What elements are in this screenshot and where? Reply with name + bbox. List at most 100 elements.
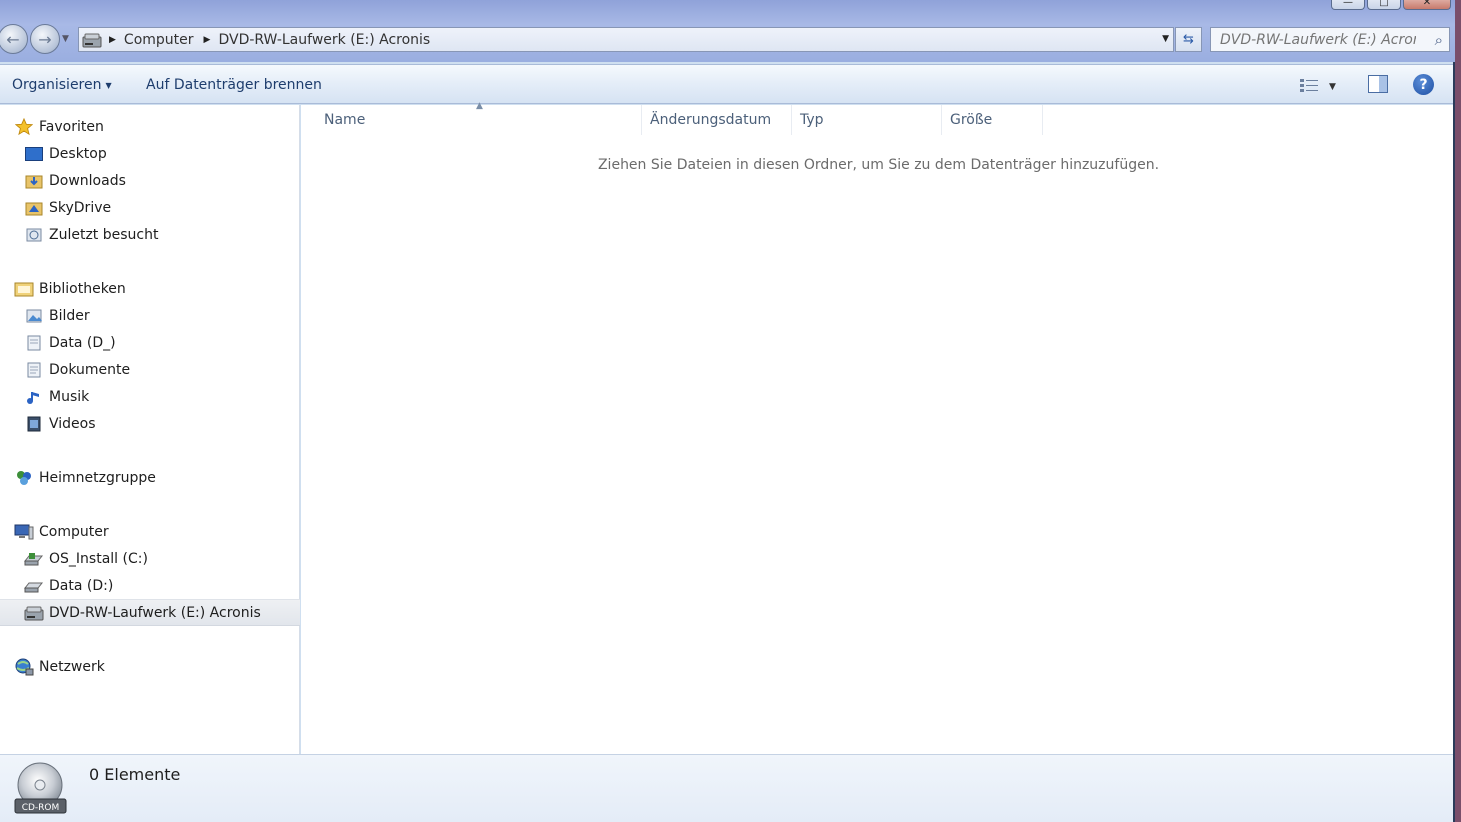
documents-library-icon xyxy=(24,361,44,379)
column-header-name[interactable]: Name xyxy=(316,105,642,135)
computer-label: Computer xyxy=(39,523,109,540)
title-bar: — □ ✕ ← → ▼ ▶ Computer ▶ DVD-RW-Laufwerk… xyxy=(0,0,1455,62)
chevron-down-icon: ▼ xyxy=(1329,82,1336,92)
breadcrumb-separator-icon[interactable]: ▶ xyxy=(109,35,116,45)
sidebar-item-label: Downloads xyxy=(49,172,126,189)
search-icon[interactable]: ⌕ xyxy=(1435,31,1443,49)
network-group: Netzwerk xyxy=(0,653,300,680)
libraries-group: Bibliotheken Bilder Data (D_) Dokumente … xyxy=(0,275,300,437)
arrow-right-icon: → xyxy=(38,29,52,49)
organize-button[interactable]: Organisieren ▼ xyxy=(12,77,112,93)
help-button[interactable]: ? xyxy=(1413,74,1434,95)
minimize-button[interactable]: — xyxy=(1331,0,1365,10)
sidebar-homegroup[interactable]: Heimnetzgruppe xyxy=(0,464,300,491)
network-icon xyxy=(14,658,34,676)
sidebar-item-drive-d[interactable]: Data (D:) xyxy=(0,572,300,599)
address-dropdown-icon[interactable]: ▼ xyxy=(1162,34,1169,44)
sidebar-item-data-library[interactable]: Data (D_) xyxy=(0,329,300,356)
favorites-label: Favoriten xyxy=(39,118,104,135)
column-header-type[interactable]: Typ xyxy=(792,105,942,135)
sidebar-item-label: Videos xyxy=(49,415,96,432)
videos-library-icon xyxy=(24,415,44,433)
breadcrumb-separator-icon[interactable]: ▶ xyxy=(204,35,211,45)
breadcrumb-computer[interactable]: Computer xyxy=(124,32,194,48)
downloads-folder-icon xyxy=(24,172,44,190)
pictures-library-icon xyxy=(24,307,44,325)
sidebar-libraries[interactable]: Bibliotheken xyxy=(0,275,300,302)
empty-folder-message: Ziehen Sie Dateien in diesen Ordner, um … xyxy=(597,157,1160,173)
sidebar-item-label: Zuletzt besucht xyxy=(49,226,159,243)
homegroup-icon xyxy=(14,469,34,487)
cd-rom-icon: CD-ROM xyxy=(14,761,68,815)
sidebar-item-label: Bilder xyxy=(49,307,90,324)
sidebar-item-label: SkyDrive xyxy=(49,199,112,216)
chevron-down-icon: ▼ xyxy=(105,80,112,90)
address-bar[interactable]: ▶ Computer ▶ DVD-RW-Laufwerk (E:) Acroni… xyxy=(78,27,1174,52)
desktop-icon xyxy=(24,145,44,163)
sidebar-item-label: Data (D_) xyxy=(49,334,116,351)
preview-pane-button[interactable] xyxy=(1368,75,1388,93)
details-pane: CD-ROM 0 Elemente xyxy=(0,754,1453,822)
sidebar-item-label: Musik xyxy=(49,388,90,405)
refresh-button[interactable]: ⇆ xyxy=(1175,27,1202,52)
burn-to-disc-button[interactable]: Auf Datenträger brennen xyxy=(146,77,322,93)
sidebar-item-recent[interactable]: Zuletzt besucht xyxy=(0,221,300,248)
sidebar-item-label: OS_Install (C:) xyxy=(49,550,148,567)
search-input[interactable] xyxy=(1220,31,1416,48)
sidebar-item-downloads[interactable]: Downloads xyxy=(0,167,300,194)
sidebar-item-desktop[interactable]: Desktop xyxy=(0,140,300,167)
document-library-icon xyxy=(24,334,44,352)
hard-drive-icon xyxy=(24,577,44,595)
sidebar-item-documents[interactable]: Dokumente xyxy=(0,356,300,383)
sidebar-item-drive-e[interactable]: DVD-RW-Laufwerk (E:) Acronis xyxy=(0,599,300,626)
change-view-button[interactable]: ▼ xyxy=(1299,77,1336,97)
chevron-down-icon: ▼ xyxy=(62,34,69,44)
column-header-date[interactable]: Änderungsdatum xyxy=(642,105,792,135)
arrow-left-icon: ← xyxy=(6,29,20,49)
sidebar-item-label: DVD-RW-Laufwerk (E:) Acronis xyxy=(49,604,261,621)
sidebar-item-pictures[interactable]: Bilder xyxy=(0,302,300,329)
system-drive-icon xyxy=(24,550,44,568)
sidebar-item-label: Desktop xyxy=(49,145,107,162)
dvd-drive-icon xyxy=(79,32,105,48)
recent-pages-dropdown[interactable]: ▼ xyxy=(62,34,69,44)
sidebar-favorites[interactable]: Favoriten xyxy=(0,113,300,140)
homegroup-label: Heimnetzgruppe xyxy=(39,469,156,486)
favorites-group: Favoriten Desktop Downloads SkyDrive Zul… xyxy=(0,113,300,248)
sidebar-item-label: Dokumente xyxy=(49,361,131,378)
sidebar-computer[interactable]: Computer xyxy=(0,518,300,545)
window-controls: — □ ✕ xyxy=(1331,0,1451,10)
command-bar: Organisieren ▼ Auf Datenträger brennen ▼ … xyxy=(0,64,1453,104)
item-count: 0 Elemente xyxy=(89,765,181,784)
sidebar-item-drive-c[interactable]: OS_Install (C:) xyxy=(0,545,300,572)
recent-places-icon xyxy=(24,226,44,244)
navigation-pane: Favoriten Desktop Downloads SkyDrive Zul… xyxy=(0,105,300,754)
computer-icon xyxy=(14,523,34,541)
sidebar-item-skydrive[interactable]: SkyDrive xyxy=(0,194,300,221)
close-button[interactable]: ✕ xyxy=(1403,0,1451,10)
cd-rom-badge: CD-ROM xyxy=(22,803,60,813)
search-box[interactable]: ⌕ xyxy=(1210,27,1450,52)
organize-label: Organisieren xyxy=(12,77,102,93)
music-library-icon xyxy=(24,388,44,406)
maximize-button[interactable]: □ xyxy=(1367,0,1401,10)
star-icon xyxy=(14,117,34,136)
sidebar-item-music[interactable]: Musik xyxy=(0,383,300,410)
skydrive-folder-icon xyxy=(24,199,44,217)
forward-button[interactable]: → xyxy=(30,24,60,54)
network-label: Netzwerk xyxy=(39,658,105,675)
column-header-size[interactable]: Größe xyxy=(942,105,1043,135)
libraries-icon xyxy=(14,280,34,298)
view-details-icon xyxy=(1299,77,1319,97)
computer-group: Computer OS_Install (C:) Data (D:) DVD-R… xyxy=(0,518,300,626)
refresh-icon: ⇆ xyxy=(1183,32,1194,47)
breadcrumb-dvd-drive[interactable]: DVD-RW-Laufwerk (E:) Acronis xyxy=(218,32,430,48)
file-list[interactable]: ▲ Name Änderungsdatum Typ Größe Ziehen S… xyxy=(301,101,1453,754)
homegroup-group: Heimnetzgruppe xyxy=(0,464,300,491)
sidebar-network[interactable]: Netzwerk xyxy=(0,653,300,680)
libraries-label: Bibliotheken xyxy=(39,280,126,297)
dvd-drive-icon xyxy=(24,604,44,622)
back-button[interactable]: ← xyxy=(0,24,28,54)
sidebar-item-label: Data (D:) xyxy=(49,577,114,594)
sidebar-item-videos[interactable]: Videos xyxy=(0,410,300,437)
